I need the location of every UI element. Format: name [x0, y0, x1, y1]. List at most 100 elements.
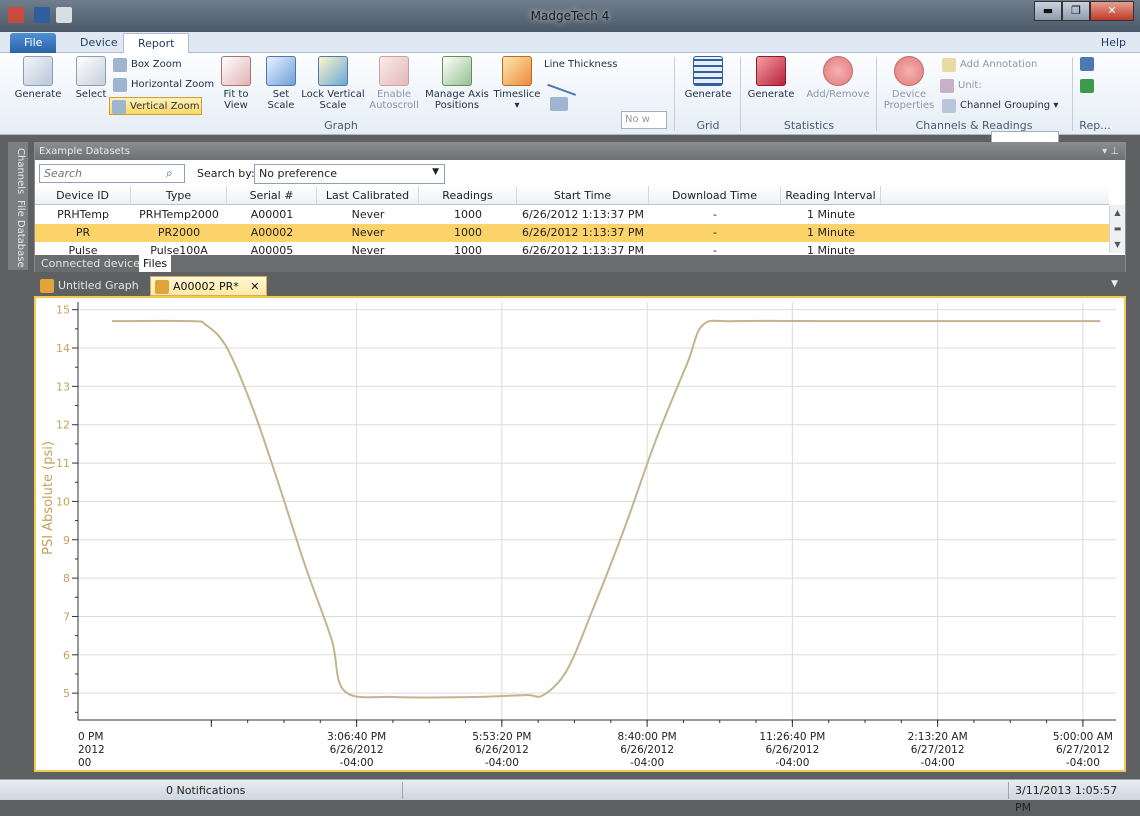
pin-icon[interactable]: ▾ ⊥	[1102, 143, 1119, 160]
pressure-chart[interactable]: 56789101112131415 0 PM2012003:06:40 PM6/…	[36, 298, 1124, 770]
search-bar: ⌕ Search by: No preference ▼	[35, 160, 1125, 186]
panel-bottom-tabs: Connected devices Files	[35, 255, 1125, 272]
graph-icon	[23, 56, 53, 86]
x-tick-label: 6/27/2012	[1056, 744, 1110, 756]
line-style-icon[interactable]	[547, 76, 579, 96]
side-tab-channels[interactable]: Channels	[10, 146, 26, 196]
axis-icon	[442, 56, 472, 86]
y-tick-label: 11	[56, 457, 70, 470]
line-color-icon[interactable]	[550, 97, 568, 111]
fit-to-view-icon	[221, 56, 251, 86]
search-input[interactable]	[39, 164, 185, 183]
column-download-time[interactable]: Download Time	[649, 186, 781, 205]
x-tick-label: 6/26/2012	[620, 744, 674, 756]
x-tick-label: -04:00	[340, 757, 374, 769]
column-reading-interval[interactable]: Reading Interval	[781, 186, 881, 205]
datasets-panel-header: Example Datasets ▾ ⊥	[35, 143, 1125, 160]
y-tick-label: 14	[56, 342, 70, 355]
table-row[interactable]: PRHTemp PRHTemp2000 A00001 Never 1000 6/…	[35, 206, 1109, 224]
x-tick-label: 5:53:20 PM	[472, 731, 531, 743]
y-tick-label: 7	[63, 610, 70, 623]
tab-report[interactable]: Report	[123, 33, 190, 53]
enable-autoscroll-button[interactable]: Enable Autoscroll	[366, 56, 422, 111]
side-tabs: Channels File Database	[8, 142, 28, 270]
horizontal-zoom-icon	[113, 78, 127, 92]
tab-untitled-graph[interactable]: Untitled Graph	[36, 276, 145, 296]
search-by-label: Search by:	[197, 167, 255, 180]
y-tick-label: 13	[56, 380, 70, 393]
table-row[interactable]: Pulse Pulse100A A00005 Never 1000 6/26/2…	[35, 242, 1109, 254]
lock-vertical-scale-button[interactable]: Lock Vertical Scale	[300, 56, 366, 111]
scroll-down-icon[interactable]: ▼	[1110, 237, 1125, 253]
notifications-status[interactable]: 0 Notifications	[166, 784, 245, 797]
channel-grouping-icon	[942, 99, 956, 113]
scroll-up-icon[interactable]: ▲	[1110, 205, 1125, 221]
maximize-button[interactable]: ❐	[1062, 1, 1090, 21]
column-type[interactable]: Type	[131, 186, 227, 205]
y-tick-label: 6	[63, 649, 70, 662]
scroll-thumb[interactable]: ▬	[1110, 221, 1125, 237]
close-tab-icon[interactable]: ✕	[250, 280, 259, 293]
tab-connected-devices[interactable]: Connected devices	[37, 255, 150, 272]
generate-graph-button[interactable]: Generate	[10, 56, 66, 100]
tab-files[interactable]: Files	[139, 255, 172, 272]
chevron-down-icon[interactable]: ▼	[1111, 279, 1118, 289]
column-serial[interactable]: Serial #	[227, 186, 317, 205]
search-by-select[interactable]: No preference ▼	[254, 164, 445, 184]
channel-grouping-button[interactable]: Channel Grouping ▾	[940, 97, 1070, 115]
graph-area[interactable]: 5 6 7 8 9 10 11 12 13 14 15 0 PM 2012 00 3:06:40 PM 6/…	[34, 296, 1126, 772]
vertical-zoom-button[interactable]: Vertical Zoom	[109, 97, 202, 115]
channels-group-label: Channels & Readings	[915, 119, 1033, 132]
graph-tab-icon	[155, 280, 169, 294]
export-icon[interactable]	[1080, 79, 1094, 93]
title-bar: MadgeTech 4 ▬ ❐ ✕	[0, 0, 1140, 32]
statistics-generate-button[interactable]: Generate	[744, 56, 798, 100]
graph-group-label: Graph	[324, 119, 358, 132]
report-icon[interactable]	[1080, 57, 1094, 71]
column-readings[interactable]: Readings	[419, 186, 517, 205]
y-tick-label: 8	[63, 572, 70, 585]
add-remove-statistics-button[interactable]: Add/Remove	[804, 56, 872, 100]
x-tick-label: 0 PM	[78, 731, 103, 743]
report-group-label: Rep...	[1079, 119, 1111, 132]
x-tick-label: 6/27/2012	[911, 744, 965, 756]
horizontal-zoom-button[interactable]: Horizontal Zoom	[111, 76, 221, 94]
x-tick-label: -04:00	[921, 757, 955, 769]
close-button[interactable]: ✕	[1090, 1, 1134, 21]
datasets-panel: Example Datasets ▾ ⊥ ⌕ Search by: No pre…	[34, 142, 1126, 272]
vertical-zoom-icon	[112, 100, 126, 114]
search-icon[interactable]: ⌕	[166, 166, 173, 181]
column-device-id[interactable]: Device ID	[35, 186, 131, 205]
chevron-down-icon: ▼	[432, 167, 439, 177]
help-menu[interactable]: Help	[1101, 36, 1126, 49]
x-tick-label: -04:00	[485, 757, 519, 769]
grid-generate-button[interactable]: Generate	[680, 56, 736, 100]
autoscroll-icon	[379, 56, 409, 86]
unit-icon	[940, 79, 954, 93]
table-row-selected[interactable]: PR PR2000 A00002 Never 1000 6/26/2012 1:…	[35, 224, 1109, 242]
info-icon	[894, 56, 924, 86]
x-tick-label: 2012	[78, 744, 105, 756]
tab-device[interactable]: Device	[66, 33, 132, 53]
select-button[interactable]: Select	[72, 56, 110, 100]
minimize-button[interactable]: ▬	[1034, 1, 1062, 21]
column-last-calibrated[interactable]: Last Calibrated	[317, 186, 419, 205]
x-tick-label: 8:40:00 PM	[618, 731, 677, 743]
column-start-time[interactable]: Start Time	[517, 186, 649, 205]
box-zoom-button[interactable]: Box Zoom	[111, 56, 221, 74]
pressure-series-line	[111, 319, 1101, 699]
manage-axis-positions-button[interactable]: Manage Axis Positions	[424, 56, 490, 111]
x-tick-label: 11:26:40 PM	[759, 731, 825, 743]
x-tick-label: 6/26/2012	[475, 744, 529, 756]
device-properties-button[interactable]: Device Properties	[880, 56, 938, 111]
set-scale-icon	[266, 56, 296, 86]
grid-icon	[693, 56, 723, 86]
tab-file[interactable]: File	[10, 33, 57, 53]
fit-to-view-button[interactable]: Fit to View	[214, 56, 258, 111]
add-annotation-button[interactable]: Add Annotation	[940, 56, 1070, 74]
set-scale-button[interactable]: Set Scale	[262, 56, 300, 111]
side-tab-file-database[interactable]: File Database	[10, 200, 26, 268]
table-scrollbar[interactable]: ▲ ▬ ▼	[1109, 205, 1125, 253]
x-tick-label: 5:00:00 AM	[1053, 731, 1113, 743]
tab-a00002-pr[interactable]: A00002 PR* ✕	[150, 276, 267, 296]
